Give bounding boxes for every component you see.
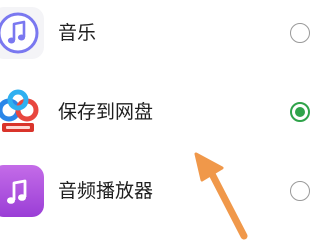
option-label: 保存到网盘	[58, 101, 154, 123]
share-target-list: 音乐 保存到网盘 音频播放器	[0, 0, 320, 240]
option-audio-player[interactable]: 音频播放器	[0, 154, 320, 228]
music-app-icon	[0, 7, 44, 59]
option-music[interactable]: 音乐	[0, 0, 320, 70]
option-label: 音乐	[58, 22, 97, 44]
radio-button[interactable]	[290, 23, 310, 43]
audio-player-app-icon	[0, 165, 44, 217]
radio-dot	[295, 107, 305, 117]
radio-button[interactable]	[290, 181, 310, 201]
option-save-to-cloud[interactable]: 保存到网盘	[0, 75, 320, 149]
annotation-arrow-icon	[194, 152, 248, 240]
cloud-drive-app-icon	[0, 86, 44, 138]
radio-button[interactable]	[290, 102, 310, 122]
option-label: 音频播放器	[58, 180, 154, 202]
